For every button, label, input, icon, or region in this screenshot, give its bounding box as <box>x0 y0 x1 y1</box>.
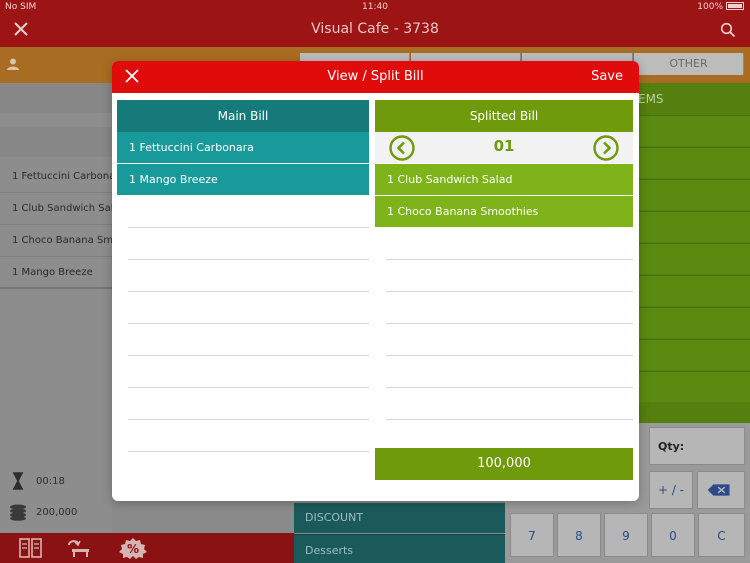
app-header: Visual Cafe - 3738 <box>0 14 750 47</box>
item-tile[interactable] <box>638 307 750 338</box>
empty-row <box>128 356 369 388</box>
order-panel-subheader <box>0 127 112 157</box>
item-tile[interactable] <box>638 211 750 242</box>
split-bill-column: Splitted Bill 01 1 Club Sandwich Salad 1… <box>375 100 633 420</box>
order-item[interactable]: 1 Club Sandwich Salad <box>0 193 112 225</box>
item-tile[interactable] <box>638 339 750 370</box>
move-table-icon[interactable] <box>66 537 92 559</box>
empty-row <box>128 228 369 260</box>
category-discount[interactable]: DISCOUNT <box>294 503 505 533</box>
order-panel-header <box>0 83 112 113</box>
app-title: Visual Cafe - 3738 <box>311 21 439 37</box>
order-item[interactable]: 1 Choco Banana Smoothies <box>0 225 112 257</box>
backspace-key[interactable] <box>697 471 745 509</box>
item-tile[interactable] <box>638 243 750 274</box>
key-9[interactable]: 9 <box>604 513 648 557</box>
empty-row <box>386 260 633 292</box>
clock: 11:40 <box>362 2 388 12</box>
save-button[interactable]: Save <box>591 69 623 84</box>
empty-row <box>128 324 369 356</box>
total-value: 200,000 <box>36 507 78 518</box>
tab-other[interactable]: OTHER <box>634 53 744 75</box>
split-bill-item[interactable]: 1 Choco Banana Smoothies <box>375 196 633 228</box>
chevron-right-icon[interactable] <box>593 135 619 161</box>
key-7[interactable]: 7 <box>510 513 554 557</box>
key-clear[interactable]: C <box>698 513 745 557</box>
discount-icon[interactable]: % <box>114 537 152 559</box>
backspace-icon <box>707 484 730 496</box>
empty-row <box>386 356 633 388</box>
battery-percent: 100% <box>697 2 723 12</box>
split-bill-icon[interactable] <box>18 537 44 559</box>
coins-icon <box>10 504 26 521</box>
search-icon[interactable] <box>720 22 736 38</box>
items-panel: EMS <box>638 83 750 423</box>
battery-indicator: 100% <box>697 2 744 12</box>
category-desserts[interactable]: Desserts <box>294 534 505 563</box>
plus-minus-key[interactable]: + / - <box>649 471 693 509</box>
order-item[interactable]: 1 Mango Breeze <box>0 257 112 289</box>
order-duration: 00:18 <box>8 472 65 490</box>
empty-row <box>386 228 633 260</box>
item-tile[interactable] <box>638 371 750 402</box>
svg-text:%: % <box>127 542 139 556</box>
user-icon[interactable] <box>6 57 20 71</box>
empty-row <box>386 292 633 324</box>
empty-row <box>386 324 633 356</box>
key-0[interactable]: 0 <box>651 513 695 557</box>
main-bill-column: Main Bill 1 Fettuccini Carbonara 1 Mango… <box>117 100 369 452</box>
hourglass-icon <box>12 472 24 490</box>
key-8[interactable]: 8 <box>557 513 601 557</box>
order-panel <box>0 83 112 533</box>
duration-value: 00:18 <box>36 476 65 487</box>
bottom-toolbar: % <box>0 533 294 563</box>
empty-row <box>128 420 369 452</box>
empty-row <box>386 388 633 420</box>
main-bill-item[interactable]: 1 Mango Breeze <box>117 164 369 196</box>
item-tile[interactable] <box>638 115 750 146</box>
split-bill-modal: View / Split Bill Save Main Bill 1 Fettu… <box>112 61 639 501</box>
empty-row <box>128 196 369 228</box>
split-bill-header: Splitted Bill <box>375 100 633 132</box>
split-bill-total: 100,000 <box>375 448 633 480</box>
empty-row <box>128 292 369 324</box>
item-tile[interactable] <box>638 275 750 306</box>
order-total: 200,000 <box>8 503 77 521</box>
item-tile[interactable] <box>638 179 750 210</box>
battery-icon <box>726 2 744 10</box>
status-bar: No SIM 11:40 100% <box>0 0 750 14</box>
main-bill-item[interactable]: 1 Fettuccini Carbonara <box>117 132 369 164</box>
empty-row <box>128 388 369 420</box>
split-bill-item[interactable]: 1 Club Sandwich Salad <box>375 164 633 196</box>
main-bill-header: Main Bill <box>117 100 369 132</box>
modal-title: View / Split Bill <box>327 69 424 84</box>
modal-header: View / Split Bill Save <box>112 61 639 93</box>
items-panel-header: EMS <box>638 92 664 106</box>
item-tile[interactable] <box>638 147 750 178</box>
order-item[interactable]: 1 Fettuccini Carbonara <box>0 161 112 193</box>
split-pager: 01 <box>375 132 633 164</box>
empty-row <box>128 260 369 292</box>
order-list: 1 Fettuccini Carbonara 1 Club Sandwich S… <box>0 161 112 289</box>
qty-field[interactable]: Qty: <box>649 427 745 465</box>
